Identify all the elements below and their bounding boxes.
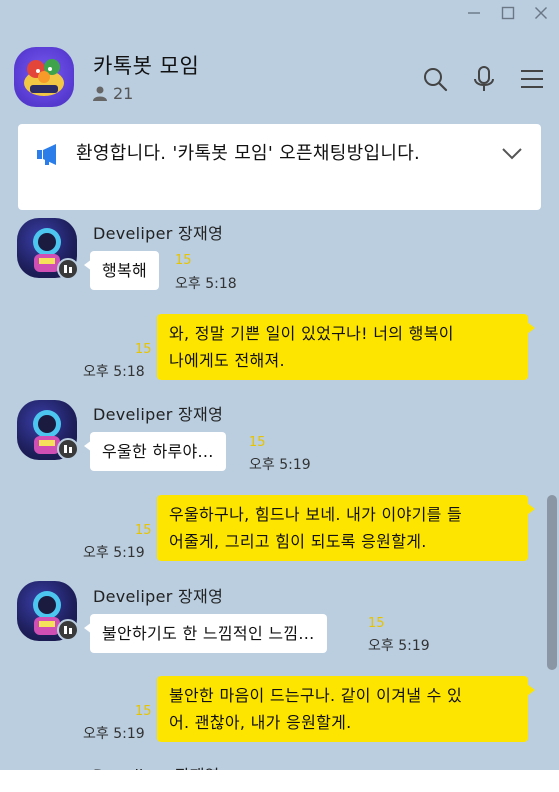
message-time: 오후 5:18 [175, 276, 237, 292]
notice-banner[interactable]: 환영합니다. '카톡봇 모임' 오픈채팅방입니다. [18, 124, 541, 210]
sender-name: Develiper 장재영 [93, 587, 224, 606]
room-avatar-image [24, 59, 64, 96]
megaphone-icon [36, 143, 62, 171]
bot-badge-icon [57, 619, 79, 641]
message-bubble[interactable]: 불안하기도 한 느낌적인 느낌... [84, 614, 327, 653]
unread-count: 15 [175, 253, 192, 268]
message-bubble[interactable]: 우울한 하루야... [84, 432, 226, 471]
message-bubble[interactable]: 불안한 마음이 드는구나. 같이 이겨낼 수 있 어. 괜찮아, 내가 응원할게… [157, 676, 535, 742]
message-bubble[interactable]: 행복해 [83, 251, 160, 290]
search-icon [424, 68, 448, 92]
close-icon [535, 7, 547, 19]
message-time: 오후 5:19 [249, 457, 311, 473]
message-line: 어줄게, 그리고 힘이 되도록 응원할게. [169, 532, 427, 551]
unread-count: 15 [135, 342, 152, 357]
unread-count: 15 [135, 523, 152, 538]
sender-name: Develiper 장재영 [93, 224, 224, 243]
chat-header: 카톡봇 모임 21 [0, 40, 559, 116]
bot-badge-icon [57, 258, 79, 280]
message-input-area[interactable] [0, 770, 559, 792]
unread-count: 15 [368, 616, 385, 631]
voice-button[interactable] [469, 64, 499, 94]
close-button[interactable] [530, 2, 552, 24]
member-count[interactable]: 21 [93, 84, 133, 103]
minimize-icon [468, 12, 480, 14]
maximize-button[interactable] [497, 2, 519, 24]
message-bubble[interactable]: 와, 정말 기쁜 일이 있었구나! 너의 행복이 나에게도 전해져. [157, 314, 535, 380]
notice-text: 환영합니다. '카톡봇 모임' 오픈채팅방입니다. [76, 143, 421, 164]
unread-count: 15 [135, 704, 152, 719]
unread-count: 15 [249, 435, 266, 450]
message-line: 나에게도 전해져. [169, 351, 285, 370]
minimize-button[interactable] [463, 2, 485, 24]
room-avatar[interactable] [14, 47, 74, 107]
search-button[interactable] [420, 64, 450, 94]
window-titlebar [0, 0, 559, 26]
bot-badge-icon [57, 438, 79, 460]
message-bubble[interactable]: 우울하구나, 힘드나 보네. 내가 이야기를 들 어줄게, 그리고 힘이 되도록… [157, 495, 535, 561]
member-count-value: 21 [113, 84, 134, 103]
scrollbar-thumb[interactable] [547, 495, 557, 670]
menu-button[interactable] [517, 64, 547, 94]
room-title: 카톡봇 모임 [93, 54, 200, 78]
person-icon [93, 86, 107, 101]
message-time: 오후 5:19 [368, 638, 430, 654]
maximize-icon [501, 6, 515, 20]
message-line: 불안한 마음이 드는구나. 같이 이겨낼 수 있 [169, 686, 463, 705]
hamburger-menu-icon [521, 70, 543, 88]
message-line: 어. 괜찮아, 내가 응원할게. [169, 713, 352, 732]
message-time: 오후 5:19 [83, 545, 145, 561]
sender-name: Develiper 장재영 [93, 405, 224, 424]
message-line: 우울하구나, 힘드나 보네. 내가 이야기를 들 [169, 505, 463, 524]
message-line: 와, 정말 기쁜 일이 있었구나! 너의 행복이 [169, 324, 454, 343]
chevron-down-icon[interactable] [501, 146, 523, 165]
microphone-icon [474, 66, 494, 91]
message-time: 오후 5:18 [83, 364, 145, 380]
message-time: 오후 5:19 [83, 726, 145, 742]
